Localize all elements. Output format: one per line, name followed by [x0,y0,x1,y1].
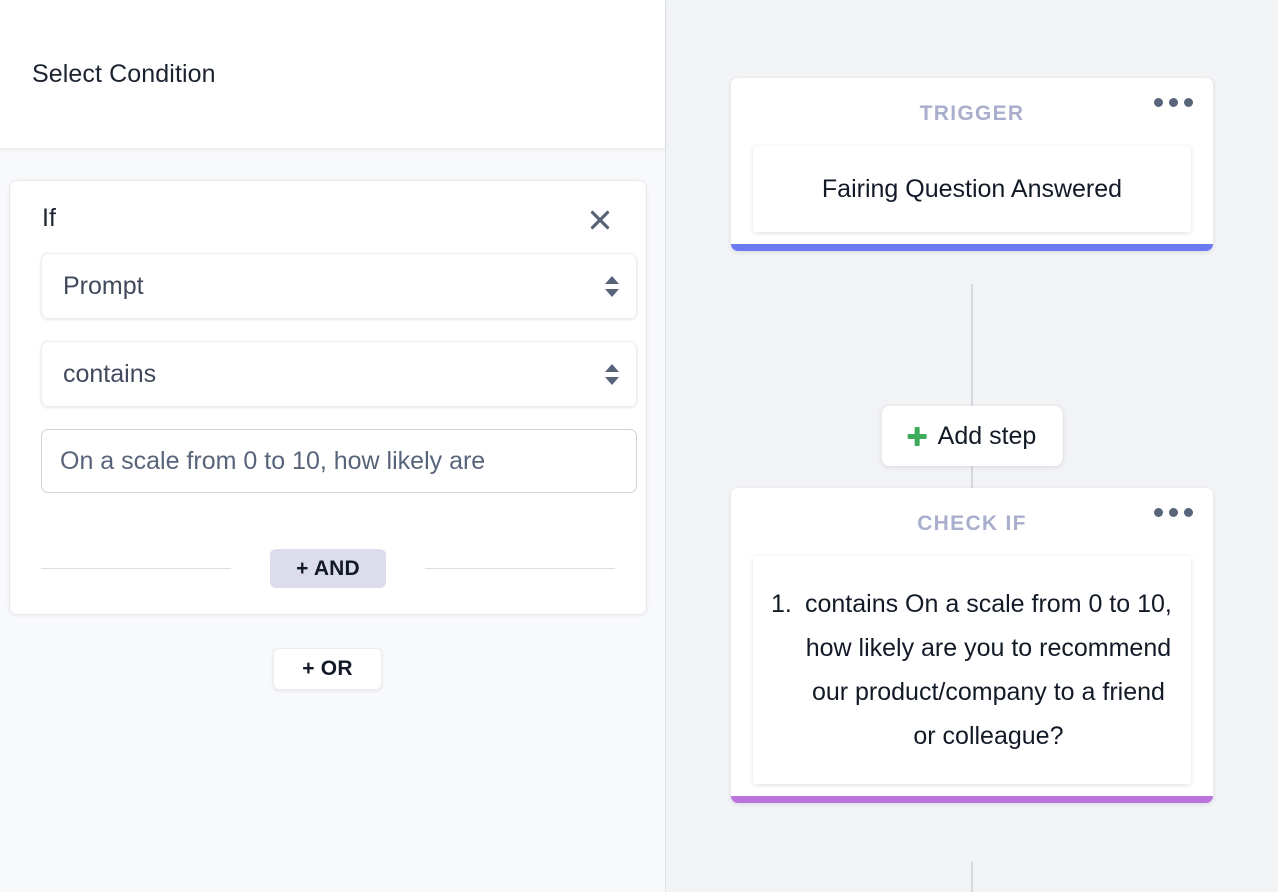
check-if-accent-bar [731,796,1213,803]
add-step-label: Add step [937,421,1037,450]
condition-group-header: If [30,203,626,237]
condition-editor-panel: Select Condition If Prompt contains On a… [0,0,666,892]
attribute-select-value[interactable]: Prompt [41,253,637,319]
attribute-select[interactable]: Prompt [41,253,637,319]
condition-value-input[interactable] [41,429,637,493]
trigger-content-box[interactable]: Fairing Question Answered [753,146,1191,232]
or-row: + OR [9,648,646,690]
check-if-card[interactable]: CHECK IF 1. contains On a scale from 0 t… [731,488,1213,803]
separator-line-left [41,568,232,569]
page-title: Select Condition [32,59,216,88]
plus-icon [907,426,927,446]
check-if-card-inner: CHECK IF 1. contains On a scale from 0 t… [731,488,1213,796]
condition-list: 1. contains On a scale from 0 to 10, how… [771,582,1173,758]
panel-body: If Prompt contains On a scale from 0 to … [0,148,665,892]
operator-select[interactable]: contains [41,341,637,407]
operator-select-value[interactable]: contains [41,341,637,407]
check-if-card-kicker: CHECK IF [917,512,1027,535]
check-if-content-box[interactable]: 1. contains On a scale from 0 to 10, how… [753,556,1191,784]
workflow-canvas: TRIGGER Fairing Question Answered Add st… [666,0,1278,892]
condition-text: contains On a scale from 0 to 10, how li… [805,590,1172,750]
condition-group-card: If Prompt contains On a scale from 0 to … [9,180,647,615]
workflow-builder: Select Condition If Prompt contains On a… [0,0,1278,892]
trigger-card-kicker: TRIGGER [919,102,1025,125]
trigger-card-inner: TRIGGER Fairing Question Answered [731,78,1213,244]
add-and-condition-button[interactable]: + AND [270,549,386,588]
trigger-name: Fairing Question Answered [821,175,1123,203]
condition-fields: Prompt contains [30,253,637,493]
trigger-accent-bar [731,244,1213,251]
and-separator-row: + AND [30,549,626,588]
ellipsis-icon[interactable] [1150,504,1197,521]
condition-number: 1. [771,590,792,618]
close-icon[interactable] [583,203,617,237]
separator-line-right [424,568,616,569]
ellipsis-icon[interactable] [1150,94,1197,111]
panel-header: Select Condition [0,0,665,148]
list-item: 1. contains On a scale from 0 to 10, how… [771,582,1173,758]
condition-group-label: If [42,204,56,232]
add-or-condition-button[interactable]: + OR [273,648,382,690]
add-step-button[interactable]: Add step [881,406,1063,466]
connector-line [971,862,973,892]
trigger-card[interactable]: TRIGGER Fairing Question Answered [731,78,1213,251]
